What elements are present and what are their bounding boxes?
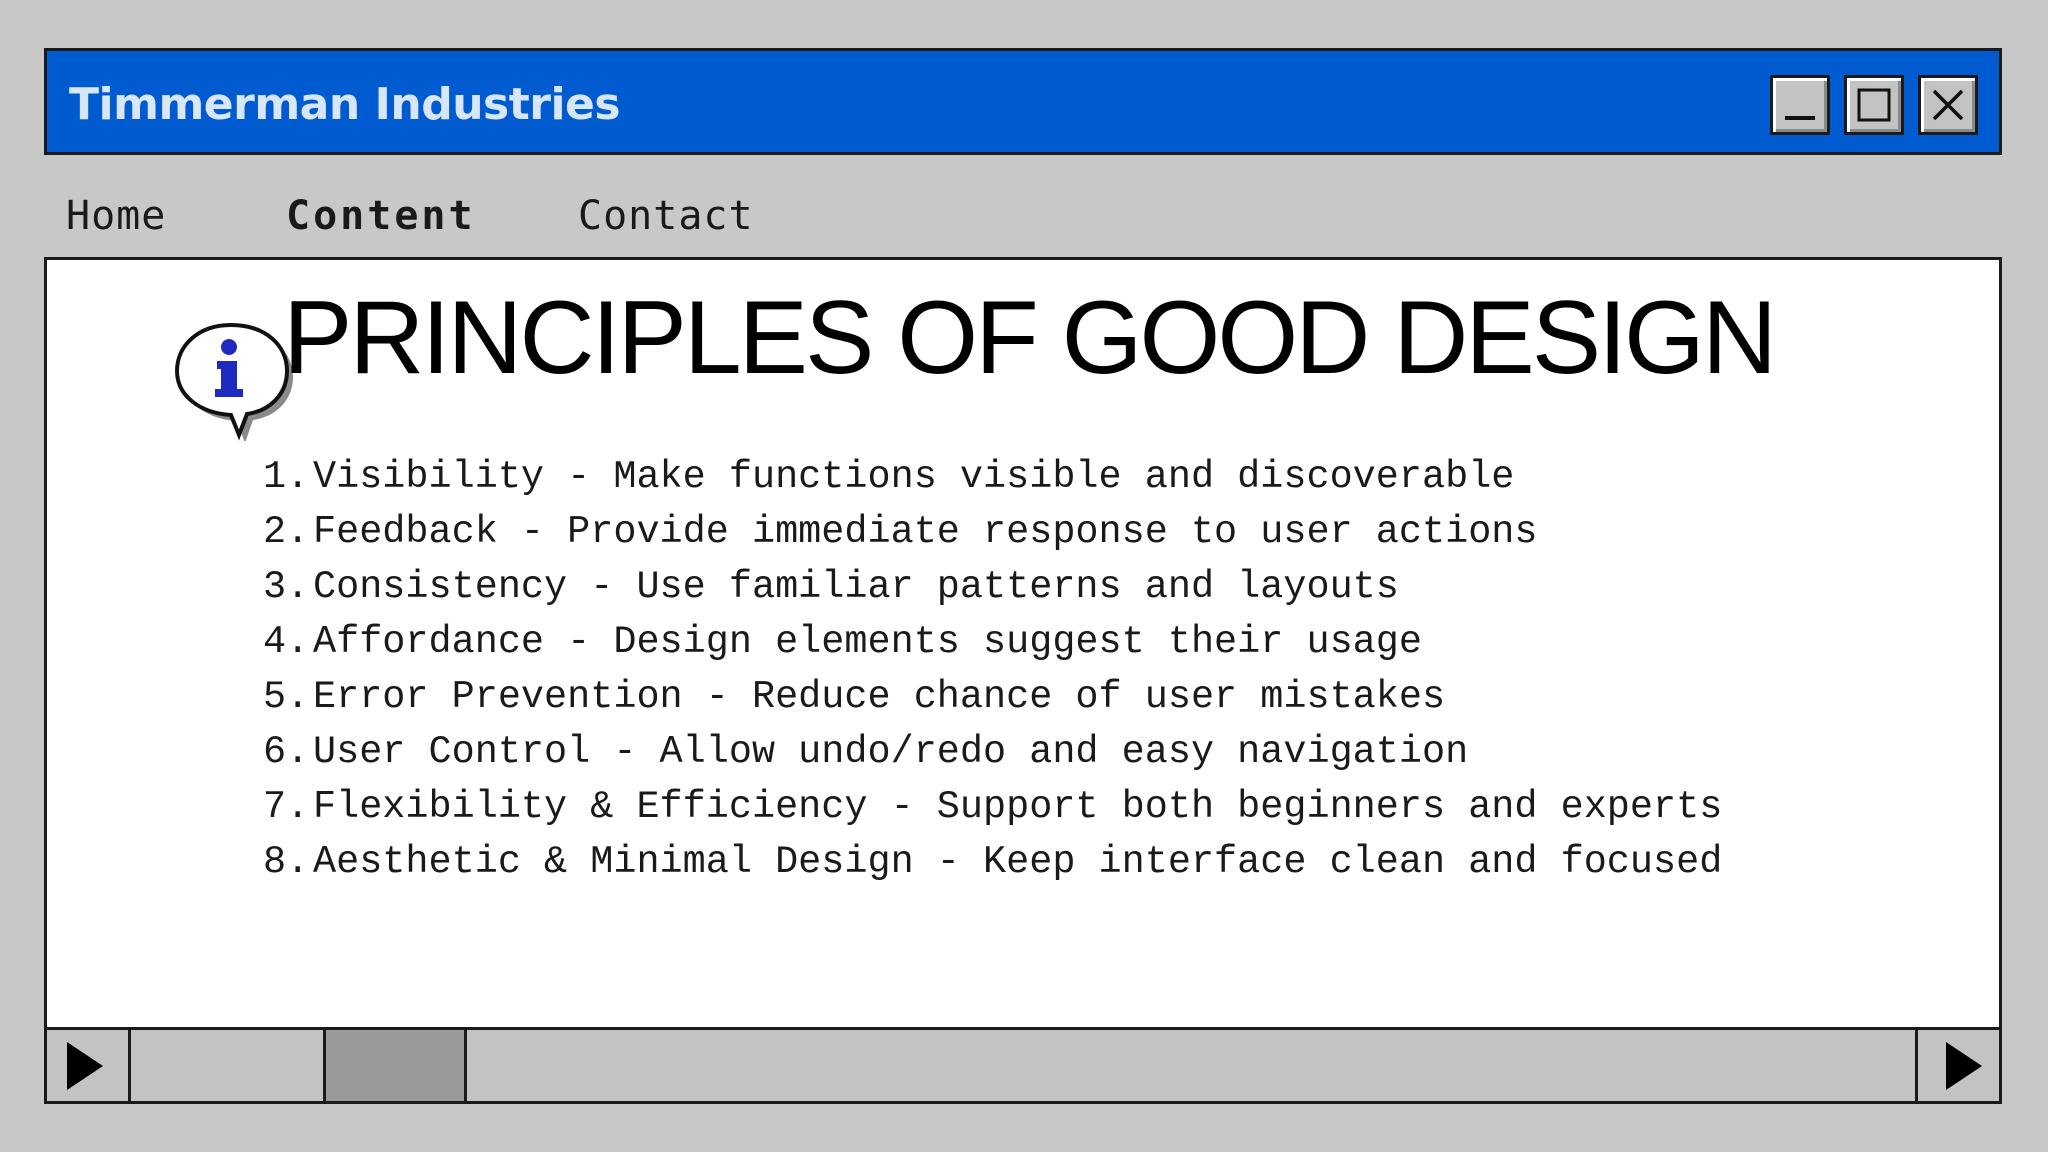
tab-home[interactable]: Home xyxy=(66,186,166,246)
list-item: 2. Feedback - Provide immediate response … xyxy=(263,505,1953,560)
item-text: User Control - Allow undo/redo and easy … xyxy=(313,730,1469,774)
item-number: 6. xyxy=(263,730,310,774)
item-number: 1. xyxy=(263,455,310,499)
horizontal-scrollbar[interactable] xyxy=(44,1027,2002,1104)
item-text: Error Prevention - Reduce chance of user… xyxy=(313,675,1446,719)
title-bar: Timmerman Industries xyxy=(44,48,2002,155)
window-title: Timmerman Industries xyxy=(69,79,621,130)
item-number: 5. xyxy=(263,675,310,719)
scroll-right-button[interactable] xyxy=(1915,1030,1999,1101)
item-text: Flexibility & Efficiency - Support both … xyxy=(313,785,1723,829)
minimize-button[interactable] xyxy=(1770,75,1830,135)
item-text: Consistency - Use familiar patterns and … xyxy=(313,565,1399,609)
maximize-icon xyxy=(1857,88,1891,122)
maximize-button[interactable] xyxy=(1844,75,1904,135)
list-item: 8. Aesthetic & Minimal Design - Keep inte… xyxy=(263,835,1953,890)
list-item: 1. Visibility - Make functions visible an… xyxy=(263,450,1953,505)
tab-content[interactable]: Content xyxy=(286,186,476,246)
play-right-icon xyxy=(1946,1042,1982,1090)
nav-tabs: Home Content Contact xyxy=(0,186,2048,246)
content-panel: PRINCIPLES OF GOOD DESIGN 1. Visibility -… xyxy=(44,257,2002,1104)
list-item: 6. User Control - Allow undo/redo and eas… xyxy=(263,725,1953,780)
list-item: 4. Affordance - Design elements suggest t… xyxy=(263,615,1953,670)
item-number: 3. xyxy=(263,565,310,609)
list-item: 5. Error Prevention - Reduce chance of us… xyxy=(263,670,1953,725)
close-button[interactable] xyxy=(1918,75,1978,135)
item-number: 7. xyxy=(263,785,310,829)
item-text: Aesthetic & Minimal Design - Keep interf… xyxy=(313,840,1723,884)
item-number: 4. xyxy=(263,620,310,664)
principles-list: 1. Visibility - Make functions visible an… xyxy=(263,450,1953,890)
item-number: 2. xyxy=(263,510,310,554)
page-title: PRINCIPLES OF GOOD DESIGN xyxy=(283,280,1777,396)
minimize-icon xyxy=(1785,116,1815,120)
play-left-icon xyxy=(67,1042,103,1090)
item-number: 8. xyxy=(263,840,310,884)
scroll-left-button[interactable] xyxy=(47,1030,131,1101)
item-text: Feedback - Provide immediate response to… xyxy=(313,510,1538,554)
tab-contact[interactable]: Contact xyxy=(578,186,754,246)
item-text: Affordance - Design elements suggest the… xyxy=(313,620,1422,664)
info-icon xyxy=(174,322,293,441)
scroll-thumb[interactable] xyxy=(323,1030,467,1101)
list-item: 7. Flexibility & Efficiency - Support bot… xyxy=(263,780,1953,835)
list-item: 3. Consistency - Use familiar patterns an… xyxy=(263,560,1953,615)
item-text: Visibility - Make functions visible and … xyxy=(313,455,1515,499)
close-icon xyxy=(1932,89,1964,121)
